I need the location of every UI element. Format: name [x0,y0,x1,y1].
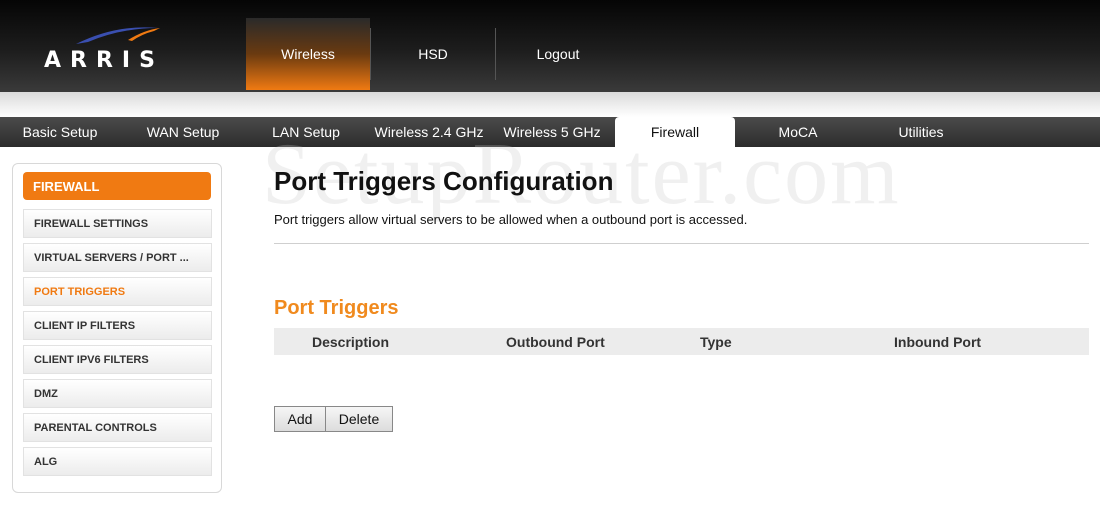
tab-firewall[interactable]: Firewall [615,117,735,147]
tab-wan-setup[interactable]: WAN Setup [123,117,243,147]
sidebar-item-parental-controls[interactable]: PARENTAL CONTROLS [23,413,212,442]
divider [274,243,1089,244]
tab-wireless-24ghz[interactable]: Wireless 2.4 GHz [369,117,489,147]
column-header-inbound-port: Inbound Port [894,333,982,350]
tab-wireless-5ghz[interactable]: Wireless 5 GHz [492,117,612,147]
sidebar-item-dmz[interactable]: DMZ [23,379,212,408]
main-tabs: Basic Setup WAN Setup LAN Setup Wireless… [0,117,984,147]
header-gap-gradient [0,92,1100,117]
column-header-type: Type [700,333,732,350]
sidebar-item-firewall-settings[interactable]: FIREWALL SETTINGS [23,209,212,238]
column-header-description: Description [312,333,390,350]
sidebar-item-alg[interactable]: ALG [23,447,212,476]
column-header-outbound-port: Outbound Port [506,333,605,350]
tab-utilities[interactable]: Utilities [861,117,981,147]
add-button[interactable]: Add [274,406,326,432]
tab-basic-setup[interactable]: Basic Setup [0,117,120,147]
top-nav-hsd[interactable]: HSD [371,18,495,90]
tab-lan-setup[interactable]: LAN Setup [246,117,366,147]
top-nav-logout[interactable]: Logout [496,18,620,90]
sidebar-item-client-ip-filters[interactable]: CLIENT IP FILTERS [23,311,212,340]
sidebar: FIREWALL FIREWALL SETTINGS VIRTUAL SERVE… [12,163,222,493]
section-title: Port Triggers [274,297,399,319]
logo-text: ARRIS [44,48,164,73]
arris-logo: ARRIS [36,22,176,73]
page-description: Port triggers allow virtual servers to b… [274,212,748,227]
sidebar-menu: FIREWALL SETTINGS VIRTUAL SERVERS / PORT… [23,209,212,481]
page-title: Port Triggers Configuration [274,166,614,196]
header-bar: ARRIS Wireless HSD Logout [0,0,1100,92]
top-nav-wireless[interactable]: Wireless [246,18,370,90]
sidebar-title: FIREWALL [23,172,211,200]
tab-moca[interactable]: MoCA [738,117,858,147]
port-triggers-table-header: Description Outbound Port Type Inbound P… [274,328,1089,355]
sidebar-item-port-triggers[interactable]: PORT TRIGGERS [23,277,212,306]
sidebar-item-client-ipv6-filters[interactable]: CLIENT IPV6 FILTERS [23,345,212,374]
sidebar-item-virtual-servers[interactable]: VIRTUAL SERVERS / PORT ... [23,243,212,272]
delete-button[interactable]: Delete [325,406,393,432]
top-nav: Wireless HSD Logout [246,18,620,90]
